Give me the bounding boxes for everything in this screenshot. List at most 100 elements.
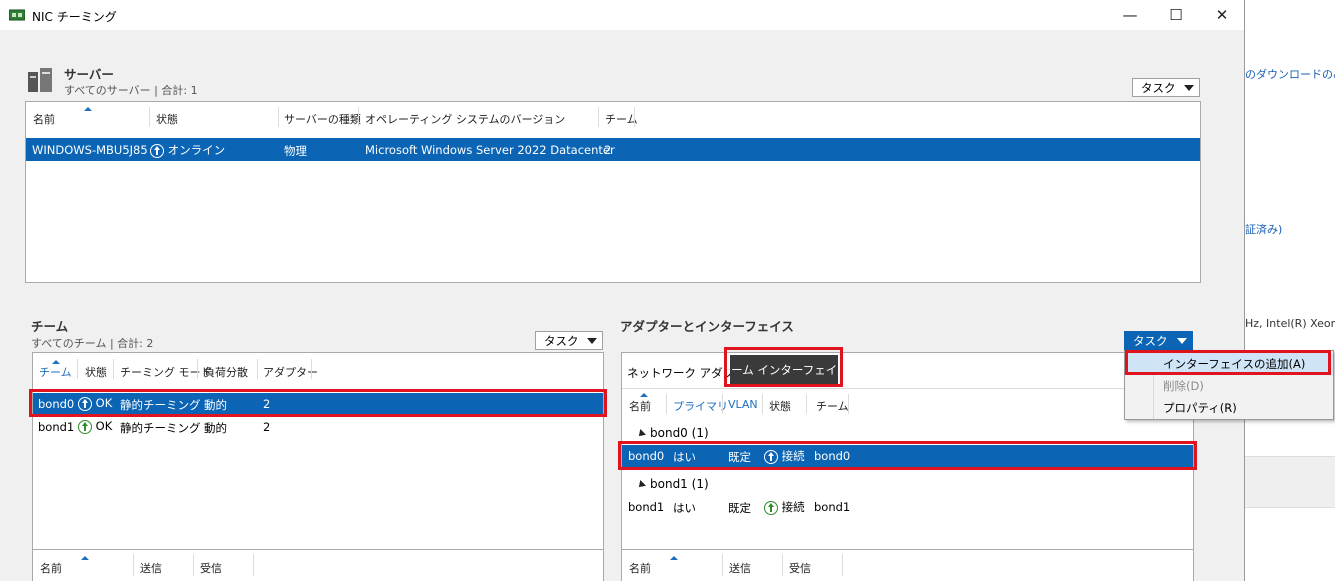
adapters-tasks-label: タスク bbox=[1133, 333, 1168, 348]
column-header-vlan[interactable]: VLAN bbox=[728, 398, 758, 411]
interface-team-cell: bond1 bbox=[814, 500, 851, 514]
chevron-down-icon bbox=[1184, 85, 1194, 91]
servers-tasks-button[interactable]: タスク bbox=[1132, 78, 1200, 97]
teams-table: チーム 状態 チーミング モード 負荷分散 アダプター bond0 OK 静的チ… bbox=[32, 352, 604, 550]
adapters-tasks-button[interactable]: タスク bbox=[1124, 331, 1193, 350]
adapters-title: アダプターとインターフェイス bbox=[620, 319, 794, 334]
column-separator bbox=[311, 359, 312, 379]
column-header-name[interactable]: 名前 bbox=[33, 111, 55, 127]
download-link[interactable]: のダウンロードのみを bbox=[1245, 66, 1335, 82]
column-separator bbox=[133, 554, 134, 576]
column-header-status[interactable]: 状態 bbox=[85, 364, 107, 380]
highlight-box-bond0-team bbox=[29, 389, 607, 417]
interface-primary-cell: はい bbox=[673, 501, 696, 515]
menu-item-label: 削除(D) bbox=[1163, 379, 1204, 393]
column-header-server-type[interactable]: サーバーの種類 bbox=[284, 111, 361, 127]
interface-stats-table: 名前 送信 受信 bbox=[621, 550, 1194, 581]
server-type-cell: 物理 bbox=[284, 144, 307, 158]
column-header-teams[interactable]: チーム bbox=[605, 111, 638, 127]
cpu-text: Hz, Intel(R) Xeon bbox=[1245, 317, 1335, 330]
column-separator bbox=[193, 554, 194, 576]
team-members-table: 名前 送信 受信 bbox=[32, 550, 604, 581]
sort-ascending-icon bbox=[640, 393, 648, 397]
interface-name-cell: bond1 bbox=[628, 500, 665, 514]
column-header-os-version[interactable]: オペレーティング システムのバージョン bbox=[365, 111, 565, 127]
server-icon bbox=[28, 68, 52, 92]
column-separator bbox=[253, 554, 254, 576]
team-lb-cell: 動的 bbox=[204, 421, 227, 435]
tab-strip: ネットワーク アダプター チーム インターフェイス bbox=[622, 353, 1193, 389]
table-row[interactable]: bond1 はい 既定 接続 bond1 bbox=[622, 496, 1193, 518]
team-name-cell: bond1 bbox=[38, 420, 75, 434]
column-separator bbox=[806, 394, 807, 414]
menu-item-label: プロパティ(R) bbox=[1163, 401, 1237, 415]
close-icon: ✕ bbox=[1215, 6, 1229, 24]
column-header-load-balancing[interactable]: 負荷分散 bbox=[204, 364, 248, 380]
background-window: のダウンロードのみを 証済み) Hz, Intel(R) Xeon bbox=[1244, 0, 1335, 581]
servers-subtitle: すべてのサーバー | 合計: 1 bbox=[64, 84, 198, 97]
teams-tasks-button[interactable]: タスク bbox=[535, 331, 603, 350]
column-separator bbox=[257, 359, 258, 379]
column-header-team[interactable]: チーム bbox=[39, 364, 72, 380]
servers-table: 名前 状態 サーバーの種類 オペレーティング システムのバージョン チーム WI… bbox=[25, 101, 1201, 283]
column-separator bbox=[722, 554, 723, 576]
column-separator bbox=[358, 107, 359, 127]
menu-item-properties[interactable]: プロパティ(R) bbox=[1125, 397, 1333, 419]
server-os-cell: Microsoft Windows Server 2022 Datacenter bbox=[365, 143, 615, 157]
column-header-team[interactable]: チーム bbox=[816, 398, 849, 414]
teams-subtitle: すべてのチーム | 合計: 2 bbox=[31, 337, 154, 350]
status-ok-icon bbox=[78, 419, 92, 434]
column-separator bbox=[149, 107, 150, 127]
nic-teaming-icon bbox=[9, 9, 25, 21]
group-header-bond1[interactable]: bond1 (1) bbox=[636, 477, 709, 491]
chevron-down-icon bbox=[1177, 338, 1187, 344]
title-bar[interactable]: NIC チーミング — ☐ ✕ bbox=[0, 0, 1244, 30]
team-mode-cell: 静的チーミング bbox=[120, 421, 201, 435]
column-separator bbox=[782, 554, 783, 576]
column-header-name[interactable]: 名前 bbox=[629, 560, 651, 576]
column-separator bbox=[722, 394, 723, 414]
table-row[interactable]: bond1 OK 静的チーミング 動的 2 bbox=[33, 416, 603, 438]
column-separator bbox=[197, 359, 198, 379]
column-separator bbox=[848, 394, 849, 414]
connected-status-icon bbox=[764, 500, 778, 515]
nic-teaming-window: NIC チーミング — ☐ ✕ サーバー すべてのサーバー | 合計: 1 タス… bbox=[0, 0, 1245, 581]
column-header-received[interactable]: 受信 bbox=[200, 560, 222, 576]
column-header-primary[interactable]: プライマリ bbox=[673, 398, 728, 414]
server-name-cell: WINDOWS-MBU5J85 bbox=[32, 143, 148, 157]
sort-ascending-icon bbox=[81, 556, 89, 560]
server-status-cell: オンライン bbox=[150, 142, 225, 158]
group-label: bond0 (1) bbox=[650, 426, 709, 440]
sort-ascending-icon bbox=[84, 107, 92, 111]
column-header-name[interactable]: 名前 bbox=[40, 560, 62, 576]
interface-status-text: 接続 bbox=[781, 500, 805, 514]
group-header-bond0[interactable]: bond0 (1) bbox=[636, 426, 709, 440]
maximize-icon: ☐ bbox=[1169, 6, 1183, 24]
collapse-triangle-icon bbox=[636, 428, 646, 439]
column-header-status[interactable]: 状態 bbox=[156, 111, 178, 127]
column-header-received[interactable]: 受信 bbox=[789, 560, 811, 576]
column-separator bbox=[278, 107, 279, 127]
interface-vlan-cell: 既定 bbox=[728, 501, 751, 515]
certified-text: 証済み) bbox=[1245, 223, 1283, 236]
column-header-status[interactable]: 状態 bbox=[769, 398, 791, 414]
interface-status-cell: 接続 bbox=[764, 499, 805, 515]
column-header-sent[interactable]: 送信 bbox=[729, 560, 751, 576]
column-separator bbox=[598, 107, 599, 127]
sort-ascending-icon bbox=[670, 556, 678, 560]
column-header-sent[interactable]: 送信 bbox=[140, 560, 162, 576]
column-header-name[interactable]: 名前 bbox=[629, 398, 651, 414]
column-separator bbox=[666, 394, 667, 414]
table-row[interactable]: WINDOWS-MBU5J85 オンライン 物理 Microsoft Windo… bbox=[26, 138, 1200, 161]
column-header-adapters[interactable]: アダプター bbox=[263, 364, 318, 380]
window-title: NIC チーミング bbox=[32, 10, 117, 24]
close-button[interactable]: ✕ bbox=[1199, 0, 1244, 30]
minimize-button[interactable]: — bbox=[1107, 0, 1153, 30]
chevron-down-icon bbox=[587, 338, 597, 344]
server-teams-cell: 2 bbox=[604, 143, 612, 157]
menu-item-delete[interactable]: 削除(D) bbox=[1125, 375, 1333, 397]
servers-title: サーバー bbox=[64, 67, 114, 82]
team-status-cell: OK bbox=[78, 419, 112, 434]
maximize-button[interactable]: ☐ bbox=[1153, 0, 1199, 30]
highlight-box-team-interface-tab bbox=[724, 347, 843, 387]
